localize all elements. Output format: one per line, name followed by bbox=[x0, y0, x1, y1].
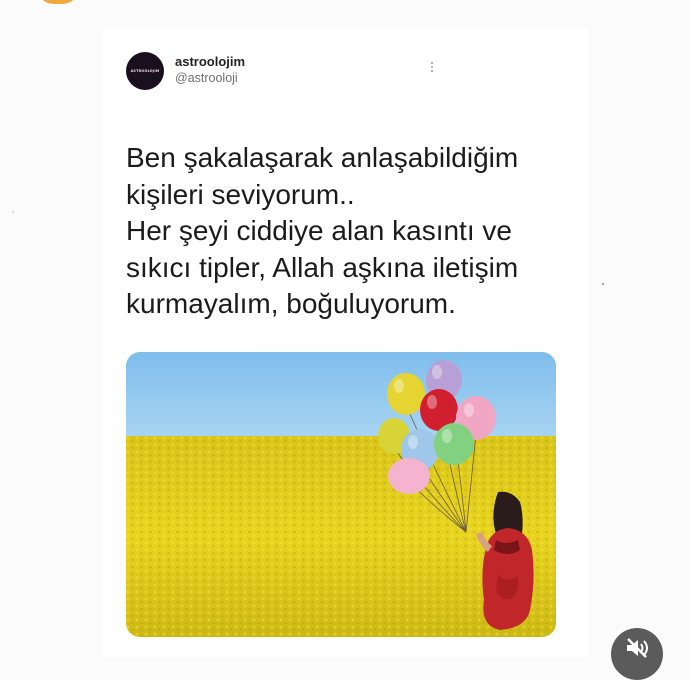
balloon bbox=[387, 373, 425, 415]
display-name[interactable]: astroolojim bbox=[175, 54, 245, 69]
tweet-text-line: Her şeyi ciddiye alan kasıntı ve bbox=[126, 215, 512, 246]
speck bbox=[602, 283, 604, 285]
more-vertical-icon[interactable] bbox=[426, 58, 438, 76]
balloon bbox=[388, 458, 430, 494]
tweet-text-line: sıkıcı tipler, Allah aşkına iletişim bbox=[126, 251, 519, 283]
tweet-text: Ben şakalaşarak anlaşabildiğim kişileri … bbox=[126, 140, 576, 323]
corner-decoration bbox=[36, 0, 80, 4]
tweet-text-line: Ben şakalaşarak anlaşabildiğim bbox=[126, 142, 519, 173]
speck bbox=[12, 211, 14, 213]
tweet-text-line: kurmayalım, boğuluyorum. bbox=[126, 288, 456, 319]
avatar[interactable]: ASTROOLOJIM bbox=[126, 52, 164, 90]
avatar-logo-text: ASTROOLOJIM bbox=[130, 69, 160, 73]
balloon bbox=[434, 423, 474, 465]
tweet-text-line: kişileri seviyorum.. bbox=[126, 178, 355, 210]
mute-button[interactable] bbox=[611, 628, 663, 680]
volume-muted-icon bbox=[627, 638, 648, 658]
user-handle[interactable]: @astrooloji bbox=[175, 71, 238, 85]
tweet-image[interactable] bbox=[126, 352, 556, 637]
